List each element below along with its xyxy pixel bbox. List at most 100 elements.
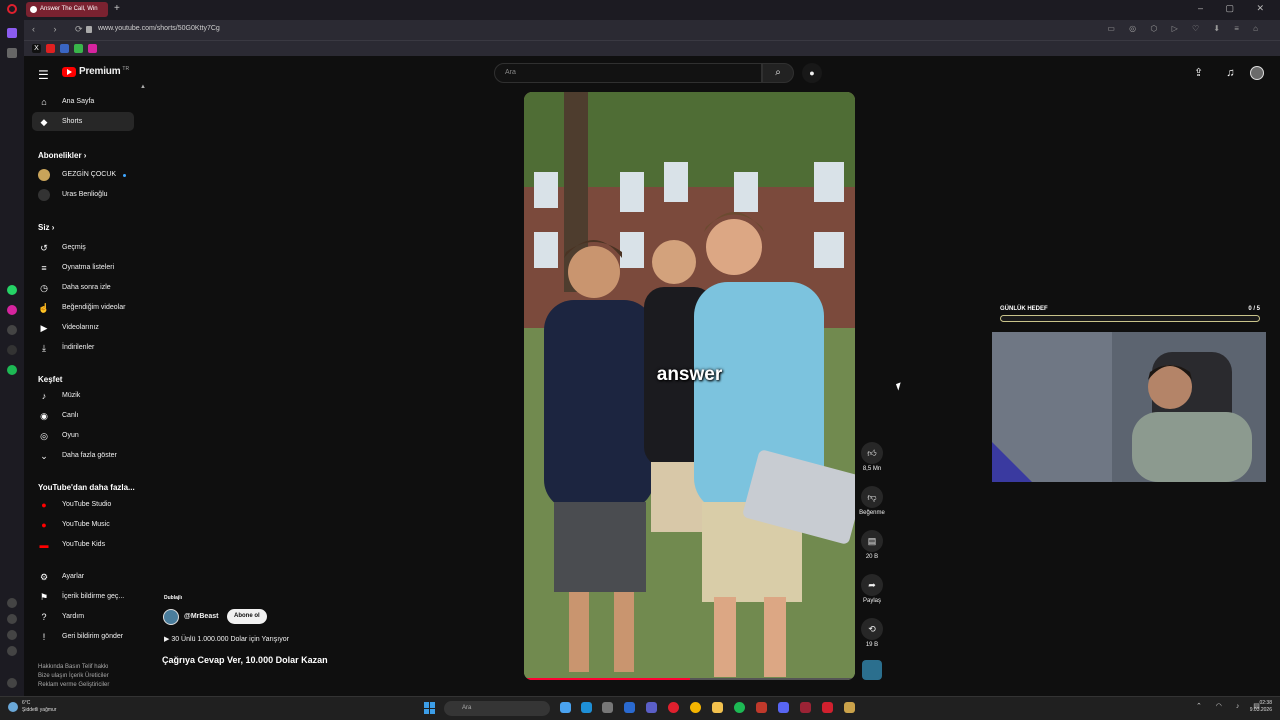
remix-button[interactable]: ⟲ 19 B — [856, 618, 888, 648]
footer-links-1[interactable]: Hakkında Basın Telif hakkı — [38, 663, 109, 672]
youtube-music-icon: ● — [41, 520, 47, 530]
more-icon[interactable] — [7, 678, 17, 688]
instagram-icon[interactable] — [7, 305, 17, 315]
footer-links-2[interactable]: Bize ulaşın İçerik Üreticiler — [38, 672, 109, 681]
sidebar-item-youtube-kids[interactable]: ▬ YouTube Kids — [32, 535, 134, 554]
comments-button[interactable]: ▤ 20 B — [856, 530, 888, 560]
video-progress-bar[interactable] — [524, 678, 855, 680]
sidebar-item-live[interactable]: ◉ Canlı — [32, 406, 134, 425]
sidebar-item-youtube-studio[interactable]: ● YouTube Studio — [32, 495, 134, 514]
thumbs-up-icon: ☝ — [38, 303, 50, 313]
shorts-video-player[interactable]: answer — [524, 92, 855, 680]
sidebar-item-youtube-music[interactable]: ● YouTube Music — [32, 515, 134, 534]
sidebar-item-playlists[interactable]: ≡ Oynatma listeleri — [32, 258, 134, 277]
sidebar-item-help[interactable]: ? Yardım — [32, 607, 134, 626]
tiktok-icon[interactable] — [7, 325, 17, 335]
navigation-buttons[interactable]: ‹ › ⟳ — [32, 24, 91, 35]
sidebar-item-settings[interactable]: ⚙ Ayarlar — [32, 567, 134, 586]
app-icon[interactable] — [822, 702, 833, 713]
bookmark-icon[interactable] — [7, 48, 17, 58]
like-button[interactable]: 👍︎ 8,5 Mn — [856, 442, 888, 472]
file-explorer-icon[interactable] — [712, 702, 723, 713]
youtube-studio-icon: ● — [41, 500, 47, 510]
xbox-bookmark-icon[interactable] — [74, 44, 83, 53]
sidebar-item-music[interactable]: ♪ Müzik — [32, 386, 134, 405]
spotify-icon[interactable] — [734, 702, 745, 713]
x-bookmark-icon[interactable]: X — [32, 44, 41, 53]
youtube-premium-logo[interactable]: Premium TR — [62, 66, 129, 77]
instagram-bookmark-icon[interactable] — [88, 44, 97, 53]
browser-tab[interactable]: Answer The Call, Win — [26, 2, 108, 17]
settings-icon[interactable] — [7, 646, 17, 656]
search-button[interactable]: ⌕ — [762, 63, 794, 83]
channel-avatar[interactable] — [163, 609, 179, 625]
discord-icon[interactable] — [778, 702, 789, 713]
sidebar-item-report-history[interactable]: ⚑ İçerik bildirme geç... — [32, 587, 134, 606]
history-icon: ↺ — [40, 243, 48, 253]
whatsapp-icon[interactable] — [7, 285, 17, 295]
store-icon[interactable] — [602, 702, 613, 713]
app-icon[interactable] — [800, 702, 811, 713]
heart-icon[interactable] — [7, 598, 17, 608]
clock-icon: ◷ — [40, 283, 48, 293]
you-header[interactable]: Siz › — [38, 223, 54, 232]
header-actions[interactable]: ⇪ ♫ — [1194, 66, 1245, 79]
channel-name[interactable]: @MrBeast — [184, 613, 218, 620]
x-icon[interactable] — [7, 345, 17, 355]
mail-icon[interactable] — [624, 702, 635, 713]
subscribe-button[interactable]: Abone ol — [227, 609, 267, 624]
video-frame — [524, 92, 855, 680]
playlist-link[interactable]: ▶ 30 Ünlü 1.000.000 Dolar için Yarışıyor — [164, 635, 289, 643]
sidebar-scroll-up-icon[interactable]: ▲ — [140, 84, 146, 90]
weather-widget[interactable]: 6°C Şiddetli yağmur — [8, 700, 56, 714]
video-icon: ▶ — [40, 323, 48, 333]
sidebar-item-your-videos[interactable]: ▶ Videolarınız — [32, 318, 134, 337]
sidebar-item-history[interactable]: ↺ Geçmiş — [32, 238, 134, 257]
account-avatar[interactable] — [1250, 66, 1264, 80]
home-icon[interactable] — [7, 28, 17, 38]
teams-icon[interactable] — [646, 702, 657, 713]
flag-bookmark-icon[interactable] — [60, 44, 69, 53]
spotify-icon[interactable] — [7, 365, 17, 375]
youtube-kids-icon: ▬ — [39, 540, 49, 550]
url-field[interactable]: www.youtube.com/shorts/50G0Ktty7Cg — [98, 25, 220, 32]
sidebar-item-home[interactable]: ⌂ Ana Sayfa — [32, 92, 134, 111]
app-icon[interactable] — [844, 702, 855, 713]
opera-icon[interactable] — [668, 702, 679, 713]
subscriptions-header[interactable]: Abonelikler › — [38, 151, 86, 160]
webcam-image — [992, 332, 1266, 482]
youtube-logo-icon — [62, 66, 76, 77]
sound-thumbnail[interactable] — [862, 660, 882, 680]
history-icon[interactable] — [7, 630, 17, 640]
start-button[interactable] — [424, 702, 436, 714]
window-controls[interactable]: ‒ ▢ ✕ — [1198, 3, 1274, 14]
sidebar-item-shorts[interactable]: ◆ Shorts — [32, 112, 134, 131]
opera-logo-icon[interactable] — [7, 4, 17, 14]
sidebar-item-show-more[interactable]: ⌄ Daha fazla göster — [32, 446, 134, 465]
dislike-button[interactable]: 👎︎ Beğenme — [856, 486, 888, 516]
sidebar-item-liked-videos[interactable]: ☝ Beğendiğim videolar — [32, 298, 134, 317]
menu-icon[interactable]: ☰ — [38, 68, 49, 82]
sidebar-item-downloads[interactable]: ⤓ İndirilenler — [32, 338, 134, 357]
sidebar-item-gezgin-cocuk[interactable]: GEZGİN ÇOCUK — [32, 165, 134, 184]
video-title[interactable]: Çağrıya Cevap Ver, 10.000 Dolar Kazan — [162, 655, 328, 665]
edge-icon[interactable] — [581, 702, 592, 713]
messages-icon[interactable] — [7, 614, 17, 624]
sidebar-item-gaming[interactable]: ◎ Oyun — [32, 426, 134, 445]
sidebar-item-send-feedback[interactable]: ! Geri bildirim gönder — [32, 627, 134, 646]
footer-links-3[interactable]: Reklam verme Geliştiriciler — [38, 681, 109, 690]
app-icon[interactable] — [756, 702, 767, 713]
copilot-icon[interactable] — [560, 702, 571, 713]
sidebar-item-uras-benlioglu[interactable]: Uras Benlioğlu — [32, 185, 134, 204]
new-tab-button[interactable]: + — [114, 3, 120, 14]
voice-search-button[interactable]: ● — [802, 63, 822, 83]
address-bar-icons[interactable]: ▭ ◎ ⬡ ▷ ♡ ⬇ ≡ ⌂ — [1107, 24, 1264, 33]
taskbar-clock[interactable]: 02:38 9.03.2026 — [1242, 700, 1272, 714]
taskbar-search[interactable]: Ara — [444, 701, 550, 716]
search-input[interactable]: Ara — [494, 63, 762, 83]
sidebar-item-watch-later[interactable]: ◷ Daha sonra izle — [32, 278, 134, 297]
share-icon: ➦ — [861, 574, 883, 596]
youtube-bookmark-icon[interactable] — [46, 44, 55, 53]
chrome-icon[interactable] — [690, 702, 701, 713]
share-button[interactable]: ➦ Paylaş — [856, 574, 888, 604]
